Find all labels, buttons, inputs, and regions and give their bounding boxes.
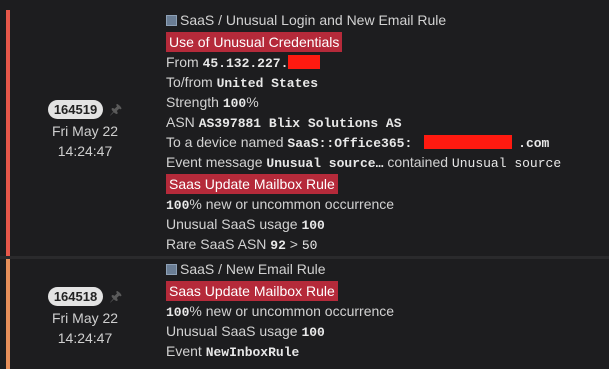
event-details: SaaS / Unusual Login and New Email Rule … (166, 10, 605, 254)
event-time: 14:24:47 (57, 330, 113, 346)
rare-asn-op: > (289, 236, 298, 252)
device-suffix: .com (518, 136, 550, 151)
pct-value: 100 (166, 305, 190, 320)
event-title[interactable]: SaaS / Unusual Login and New Email Rule (180, 10, 446, 30)
event-label: Event (166, 343, 202, 359)
pct-text: % new or uncommon occurrence (189, 196, 395, 212)
model-tag[interactable]: Saas Update Mailbox Rule (166, 174, 338, 194)
pin-icon[interactable]: 🖈 (109, 289, 122, 304)
usage-label: Unusual SaaS usage (166, 323, 298, 339)
event-message-value-2: Unusual source (451, 156, 562, 171)
device-label: To a device named (166, 134, 284, 150)
event-date: Fri May 22 (51, 123, 119, 139)
event-time: 14:24:47 (57, 143, 113, 159)
redaction-box (288, 55, 321, 69)
asn-value: AS397881 Blix Solutions AS (198, 116, 402, 131)
model-tag[interactable]: Use of Unusual Credentials (166, 32, 343, 52)
asn-label: ASN (166, 114, 195, 130)
event-message-label: Event message (166, 154, 263, 170)
event-id-badge[interactable]: 164519 (47, 100, 104, 119)
usage-label: Unusual SaaS usage (166, 216, 298, 232)
event-meta: 164518 🖈 Fri May 22 14:24:47 (10, 287, 160, 348)
event-title[interactable]: SaaS / New Email Rule (180, 259, 326, 279)
event-message-value: Unusual source… (266, 156, 384, 171)
image-icon (166, 263, 177, 275)
pct-text: % new or uncommon occurrence (189, 303, 395, 319)
strength-label: Strength (166, 94, 219, 110)
event-title-line: SaaS / Unusual Login and New Email Rule (166, 10, 605, 30)
usage-value: 100 (301, 218, 325, 233)
image-icon (166, 14, 177, 26)
model-tag[interactable]: Saas Update Mailbox Rule (166, 281, 338, 301)
pct-value: 100 (166, 198, 190, 213)
tofrom-value: United States (216, 76, 318, 91)
from-label: From (166, 54, 199, 70)
event-message-mid: contained (387, 154, 449, 170)
event-row[interactable]: 164518 🖈 Fri May 22 14:24:47 SaaS / New … (0, 259, 609, 369)
event-details: SaaS / New Email Rule Saas Update Mailbo… (166, 259, 605, 361)
rare-asn-label: Rare SaaS ASN (166, 236, 267, 252)
rare-asn-value: 92 (270, 238, 286, 253)
strength-value: 100 (222, 96, 247, 111)
device-value: SaaS::Office365: (287, 136, 413, 151)
pin-icon[interactable]: 🖈 (109, 102, 122, 117)
event-row[interactable]: 164519 🖈 Fri May 22 14:24:47 SaaS / Unus… (0, 10, 609, 256)
strength-unit: % (246, 94, 259, 110)
event-meta: 164519 🖈 Fri May 22 14:24:47 (10, 100, 160, 161)
usage-value: 100 (301, 325, 325, 340)
event-title-line: SaaS / New Email Rule (166, 259, 605, 279)
event-date: Fri May 22 (51, 310, 119, 326)
event-value: NewInboxRule (205, 345, 300, 360)
tofrom-label: To/from (166, 74, 213, 90)
from-value: 45.132.227. (202, 56, 289, 71)
redaction-box (424, 135, 513, 149)
rare-asn-threshold: 50 (301, 238, 318, 253)
event-id-badge[interactable]: 164518 (47, 287, 104, 306)
